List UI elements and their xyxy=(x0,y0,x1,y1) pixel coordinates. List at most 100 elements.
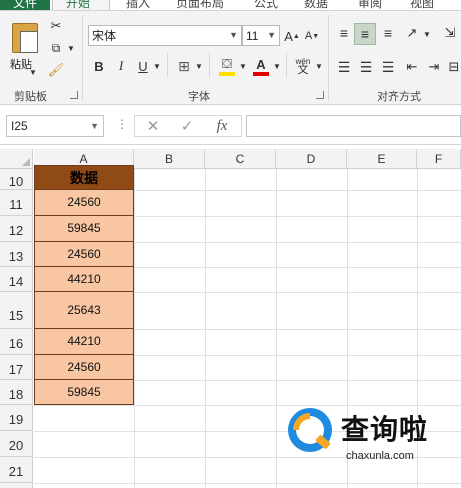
cancel-icon[interactable]: ✕ xyxy=(143,117,163,135)
phonetic-char-icon: 文 xyxy=(297,64,309,76)
col-header-e[interactable]: E xyxy=(347,149,417,169)
align-center-icon[interactable]: ☰ xyxy=(356,57,376,77)
cell-a12[interactable]: 59845 xyxy=(34,216,134,242)
borders-dropdown-icon[interactable]: ▼ xyxy=(194,59,204,73)
ribbon: 粘贴 ▼ ✂ ⧉ ▼ 🖌 剪贴板 宋体 ▼ 11 ▼ A ▲ A ▼ B I U ▼… xyxy=(0,10,461,105)
formula-buttons: ✕ ✓ fx xyxy=(134,115,242,137)
watermark: 查询啦 chaxunla.com xyxy=(286,402,456,468)
chevron-down-icon: ▼ xyxy=(229,30,238,40)
row-header-15[interactable]: 15 xyxy=(0,292,33,329)
row-header-17[interactable]: 17 xyxy=(0,355,33,380)
phonetic-guide-button[interactable]: wén 文 xyxy=(292,55,314,77)
tab-file[interactable]: 文件 xyxy=(0,0,50,10)
tab-review[interactable]: 审阅 xyxy=(358,0,382,10)
paste-dropdown-icon[interactable]: ▼ xyxy=(28,67,38,77)
cell-a17[interactable]: 24560 xyxy=(34,355,134,380)
fill-color-swatch xyxy=(219,72,235,76)
orientation-dropdown-icon[interactable]: ▼ xyxy=(422,27,432,41)
font-size-value: 11 xyxy=(246,28,259,43)
clipboard-group-label: 剪贴板 xyxy=(14,91,47,103)
row-header-19[interactable]: 19 xyxy=(0,405,33,431)
font-name-combo[interactable]: 宋体 ▼ xyxy=(88,25,242,46)
watermark-text: 查询啦 xyxy=(341,413,429,446)
wrap-text-icon[interactable]: ⇲ xyxy=(440,23,460,43)
font-color-icon: A xyxy=(256,56,266,72)
borders-icon[interactable]: ⊞ xyxy=(174,57,194,75)
copy-dropdown-icon[interactable]: ▼ xyxy=(66,41,76,55)
watermark-logo-icon xyxy=(288,408,332,452)
row-header-22[interactable] xyxy=(0,483,33,488)
drag-handle-icon[interactable]: ⋮ xyxy=(116,117,128,131)
tab-page-layout[interactable]: 页面布局 xyxy=(176,0,224,10)
font-color-button[interactable]: A xyxy=(250,55,272,77)
enter-icon[interactable]: ✓ xyxy=(177,117,197,135)
increase-indent-icon[interactable]: ⇥ xyxy=(424,57,444,77)
cell-a18[interactable]: 59845 xyxy=(34,380,134,405)
alignment-group-label: 对齐方式 xyxy=(377,91,421,103)
col-header-f[interactable]: F xyxy=(417,149,461,169)
cell-a14[interactable]: 44210 xyxy=(34,267,134,292)
row-header-14[interactable]: 14 xyxy=(0,267,33,292)
clipboard-dialog-launcher-icon[interactable] xyxy=(70,91,78,99)
bold-button[interactable]: B xyxy=(91,57,107,75)
underline-button[interactable]: U xyxy=(135,57,151,75)
cell-a13[interactable]: 24560 xyxy=(34,242,134,267)
row-header-13[interactable]: 13 xyxy=(0,242,33,267)
cell-a15[interactable]: 25643 xyxy=(34,292,134,329)
grow-font-button[interactable]: A ▲ xyxy=(284,27,300,45)
col-header-b[interactable]: B xyxy=(134,149,205,169)
paint-bucket-icon: ⛋ xyxy=(222,56,232,71)
col-header-d[interactable]: D xyxy=(276,149,347,169)
align-left-icon[interactable]: ☰ xyxy=(334,57,354,77)
align-right-icon[interactable]: ☰ xyxy=(378,57,398,77)
fill-color-button[interactable]: ⛋ xyxy=(216,55,238,77)
shrink-font-button[interactable]: A ▼ xyxy=(304,27,320,45)
cell-a16[interactable]: 44210 xyxy=(34,329,134,355)
row-header-10[interactable]: 10 xyxy=(0,169,33,190)
align-bottom-icon[interactable]: ≡ xyxy=(378,23,398,43)
font-size-combo[interactable]: 11 ▼ xyxy=(242,25,280,46)
tab-view[interactable]: 视图 xyxy=(410,0,434,10)
col-header-c[interactable]: C xyxy=(205,149,276,169)
row-header-11[interactable]: 11 xyxy=(0,190,33,216)
chevron-down-icon: ▼ xyxy=(90,121,99,131)
font-color-dropdown-icon[interactable]: ▼ xyxy=(272,59,282,73)
group-divider xyxy=(82,15,83,101)
font-group-label: 字体 xyxy=(188,91,210,103)
insert-function-icon[interactable]: fx xyxy=(211,116,233,136)
gridline xyxy=(34,483,461,484)
decrease-indent-icon[interactable]: ⇤ xyxy=(402,57,422,77)
select-all-corner[interactable] xyxy=(0,149,33,169)
font-dialog-launcher-icon[interactable] xyxy=(316,91,324,99)
tab-data[interactable]: 数据 xyxy=(304,0,328,10)
row-header-16[interactable]: 16 xyxy=(0,329,33,355)
watermark-url: chaxunla.com xyxy=(346,450,414,462)
row-header-18[interactable]: 18 xyxy=(0,380,33,405)
tab-home[interactable]: 开始 xyxy=(66,0,90,10)
formula-input[interactable] xyxy=(246,115,461,137)
merge-center-icon[interactable]: ⊟ xyxy=(446,57,461,77)
formula-bar: I25 ▼ ⋮ ✕ ✓ fx xyxy=(0,105,461,145)
underline-dropdown-icon[interactable]: ▼ xyxy=(152,59,162,73)
row-header-20[interactable]: 20 xyxy=(0,431,33,457)
cell-a10[interactable]: 数据 xyxy=(34,165,134,190)
name-box[interactable]: I25 ▼ xyxy=(6,115,104,137)
format-painter-icon[interactable]: 🖌 xyxy=(46,61,66,79)
align-top-icon[interactable]: ≡ xyxy=(334,23,354,43)
paste-sheet-icon xyxy=(20,31,38,53)
tab-formulas[interactable]: 公式 xyxy=(254,0,278,10)
cell-a11[interactable]: 24560 xyxy=(34,190,134,216)
align-middle-icon[interactable]: ≡ xyxy=(354,23,376,45)
fill-dropdown-icon[interactable]: ▼ xyxy=(238,59,248,73)
orientation-icon[interactable]: ↗ xyxy=(402,23,422,43)
name-box-value: I25 xyxy=(11,119,28,133)
phonetic-dropdown-icon[interactable]: ▼ xyxy=(314,59,324,73)
copy-icon[interactable]: ⧉ xyxy=(46,39,66,57)
italic-button[interactable]: I xyxy=(113,57,129,75)
cut-icon[interactable]: ✂ xyxy=(46,17,66,35)
tab-insert[interactable]: 插入 xyxy=(126,0,150,10)
divider xyxy=(286,53,287,77)
row-header-12[interactable]: 12 xyxy=(0,216,33,242)
select-all-icon xyxy=(22,158,30,166)
row-header-21[interactable]: 21 xyxy=(0,457,33,483)
